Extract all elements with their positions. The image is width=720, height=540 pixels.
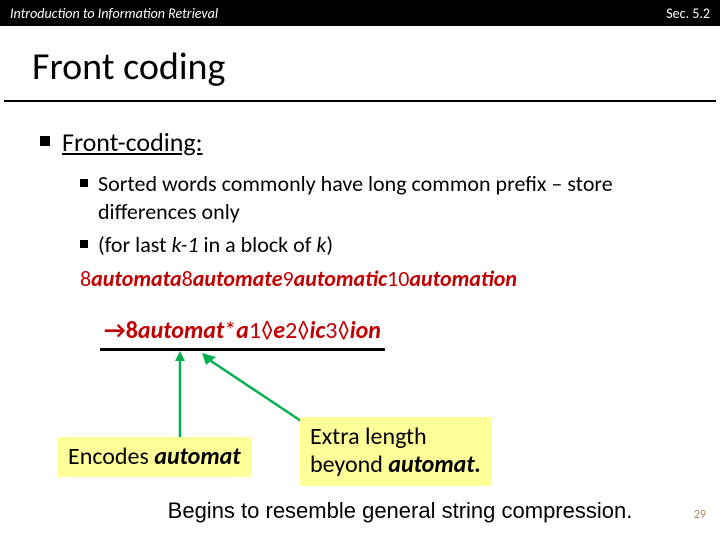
suffix: e — [273, 316, 285, 345]
callout-italic: automat. — [388, 450, 481, 479]
page-number: 29 — [694, 508, 706, 522]
text: ) — [326, 231, 333, 258]
bullet-level2: Sorted words commonly have long common p… — [80, 170, 680, 225]
suffix: ic — [310, 316, 326, 345]
word: automate — [193, 265, 283, 292]
callout-text: Encodes — [68, 442, 154, 471]
word: automatic — [294, 265, 387, 292]
bullet-square-icon — [40, 136, 50, 146]
header-left: Introduction to Information Retrieval — [10, 5, 666, 22]
word: automata — [91, 265, 181, 292]
extra-len: 3 — [325, 316, 337, 345]
bullet-text: (for last k-1 in a block of k) — [98, 231, 333, 259]
text: (for last — [98, 231, 171, 258]
italic-k: k — [316, 231, 326, 258]
slide-title: Front coding — [4, 26, 716, 102]
len: 8 — [126, 316, 138, 345]
len: 8 — [80, 265, 91, 292]
bullet-square-icon — [80, 240, 88, 248]
suffix: ion — [350, 316, 381, 345]
example-uncompressed: 8automata8automate9automatic10automation — [80, 265, 680, 292]
callout-line: Extra length — [310, 423, 481, 452]
len: 8 — [182, 265, 193, 292]
bullet-text: Sorted words commonly have long common p… — [98, 170, 680, 225]
callout-italic: automat — [154, 442, 240, 471]
word: automation — [409, 265, 517, 292]
diamond-icon: ◊ — [261, 316, 273, 345]
content-area: Front-coding: Sorted words commonly have… — [0, 102, 720, 511]
header-bar: Introduction to Information Retrieval Se… — [0, 0, 720, 26]
star: * — [224, 316, 236, 345]
header-section: Sec. 5.2 — [666, 5, 710, 22]
arrow-icon: → — [104, 316, 126, 345]
bullet-text: Front-coding: — [62, 126, 203, 158]
prefix-word: automat — [138, 316, 224, 345]
len: 10 — [387, 265, 409, 292]
arrow-line-icon — [158, 351, 198, 441]
callout-text: beyond — [310, 450, 388, 479]
slide: Introduction to Information Retrieval Se… — [0, 0, 720, 540]
example-compressed: →8automat*a1◊e2◊ic3◊ion — [100, 310, 385, 351]
suffix: a — [236, 316, 249, 345]
footer-note: Begins to resemble general string compre… — [0, 498, 720, 524]
len: 9 — [283, 265, 294, 292]
diamond-icon: ◊ — [337, 316, 349, 345]
diamond-icon: ◊ — [297, 316, 309, 345]
callout-extra-length: Extra length beyond automat. — [300, 417, 491, 487]
bullet-level1: Front-coding: — [40, 126, 680, 158]
extra-len: 1 — [249, 316, 261, 345]
italic-k: k-1 — [171, 231, 198, 258]
bullet-level2: (for last k-1 in a block of k) — [80, 231, 680, 259]
callout-line: beyond automat. — [310, 451, 481, 480]
extra-len: 2 — [285, 316, 297, 345]
callout-area: Encodes automat Extra length beyond auto… — [40, 351, 680, 511]
bullet-square-icon — [80, 179, 88, 187]
callout-encodes: Encodes automat — [58, 437, 251, 478]
text: in a block of — [199, 231, 317, 258]
